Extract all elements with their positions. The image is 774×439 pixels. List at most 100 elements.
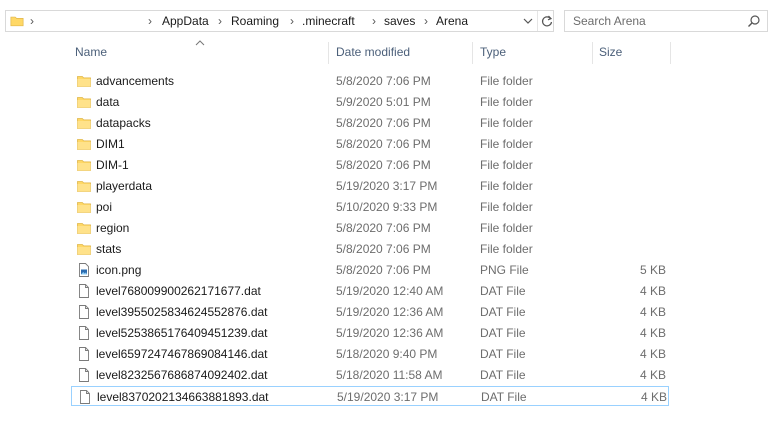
file-name: level5253865176409451239.dat — [96, 326, 268, 340]
folder-icon — [76, 178, 92, 194]
date-modified: 5/8/2020 7:06 PM — [336, 263, 431, 277]
date-modified: 5/19/2020 12:36 AM — [336, 305, 444, 319]
file-row[interactable]: DIM-1 5/8/2020 7:06 PM File folder — [71, 155, 669, 175]
column-header-date-modified[interactable]: Date modified — [336, 45, 410, 59]
file-icon — [76, 367, 92, 383]
file-row[interactable]: level8232567686874092402.dat 5/18/2020 11… — [71, 365, 669, 385]
date-modified: 5/18/2020 9:40 PM — [336, 347, 438, 361]
file-row[interactable]: level768009900262171677.dat 5/19/2020 12:… — [71, 281, 669, 301]
file-row[interactable]: icon.png 5/8/2020 7:06 PM PNG File 5 KB — [71, 260, 669, 280]
folder-icon — [76, 199, 92, 215]
column-header-name[interactable]: Name — [75, 45, 107, 59]
file-type: DAT File — [480, 305, 526, 319]
file-icon — [76, 304, 92, 320]
chevron-right-icon[interactable]: › — [148, 14, 152, 28]
folder-icon — [76, 94, 92, 110]
file-name: level768009900262171677.dat — [96, 284, 261, 298]
file-name: level3955025834624552876.dat — [96, 305, 268, 319]
chevron-right-icon[interactable]: › — [424, 14, 428, 28]
folder-icon — [76, 136, 92, 152]
chevron-down-icon[interactable] — [521, 14, 535, 28]
folder-icon — [76, 220, 92, 236]
file-size: 4 KB — [639, 284, 666, 298]
file-row[interactable]: level8370202134663881893.dat 5/19/2020 3:… — [71, 386, 669, 406]
file-size: 4 KB — [639, 347, 666, 361]
breadcrumb-arena[interactable]: Arena — [436, 14, 468, 28]
search-icon[interactable] — [747, 14, 761, 31]
file-type: File folder — [480, 179, 533, 193]
file-type: File folder — [480, 242, 533, 256]
file-row[interactable]: level5253865176409451239.dat 5/19/2020 12… — [71, 323, 669, 343]
date-modified: 5/19/2020 12:36 AM — [336, 326, 444, 340]
date-modified: 5/19/2020 3:17 PM — [337, 390, 439, 404]
file-icon — [76, 283, 92, 299]
date-modified: 5/8/2020 7:06 PM — [336, 116, 431, 130]
file-type: DAT File — [480, 284, 526, 298]
chevron-right-icon[interactable]: › — [218, 14, 222, 28]
file-name: datapacks — [96, 116, 151, 130]
date-modified: 5/19/2020 3:17 PM — [336, 179, 438, 193]
breadcrumb-minecraft[interactable]: .minecraft — [302, 14, 355, 28]
file-row[interactable]: playerdata 5/19/2020 3:17 PM File folder — [71, 176, 669, 196]
date-modified: 5/10/2020 9:33 PM — [336, 200, 438, 214]
breadcrumb-saves[interactable]: saves — [384, 14, 415, 28]
file-name: DIM-1 — [96, 158, 129, 172]
file-type: File folder — [480, 95, 533, 109]
file-type: File folder — [480, 200, 533, 214]
folder-icon — [10, 14, 24, 31]
breadcrumb-appdata[interactable]: AppData — [162, 14, 209, 28]
column-header-row: Name Date modified Type Size — [70, 42, 770, 64]
date-modified: 5/18/2020 11:58 AM — [336, 368, 443, 382]
file-type: PNG File — [480, 263, 529, 277]
search-box[interactable]: Search Arena — [564, 10, 768, 32]
date-modified: 5/8/2020 7:06 PM — [336, 137, 431, 151]
address-row: › › AppData › Roaming › .minecraft › sav… — [0, 0, 774, 44]
column-divider[interactable] — [328, 42, 329, 64]
file-name: data — [96, 95, 120, 109]
file-row[interactable]: level3955025834624552876.dat 5/19/2020 12… — [71, 302, 669, 322]
file-row[interactable]: data 5/9/2020 5:01 PM File folder — [71, 92, 669, 112]
date-modified: 5/19/2020 12:40 AM — [336, 284, 444, 298]
file-size: 5 KB — [639, 263, 666, 277]
folder-icon — [76, 241, 92, 257]
date-modified: 5/8/2020 7:06 PM — [336, 158, 431, 172]
column-header-size[interactable]: Size — [599, 45, 622, 59]
file-row[interactable]: advancements 5/8/2020 7:06 PM File folder — [71, 71, 669, 91]
file-icon — [77, 389, 93, 405]
file-row[interactable]: DIM1 5/8/2020 7:06 PM File folder — [71, 134, 669, 154]
file-icon — [76, 346, 92, 362]
file-row[interactable]: region 5/8/2020 7:06 PM File folder — [71, 218, 669, 238]
date-modified: 5/9/2020 5:01 PM — [336, 95, 431, 109]
file-name: level6597247467869084146.dat — [96, 347, 268, 361]
address-bar[interactable]: › › AppData › Roaming › .minecraft › sav… — [5, 10, 554, 32]
date-modified: 5/8/2020 7:06 PM — [336, 242, 431, 256]
refresh-icon[interactable] — [540, 13, 554, 29]
folder-icon — [76, 73, 92, 89]
file-name: level8232567686874092402.dat — [96, 368, 268, 382]
image-file-icon — [76, 262, 92, 278]
folder-icon — [76, 115, 92, 131]
file-name: DIM1 — [96, 137, 125, 151]
file-size: 4 KB — [640, 390, 667, 404]
breadcrumb-roaming[interactable]: Roaming — [231, 14, 279, 28]
file-name: stats — [96, 242, 122, 256]
chevron-right-icon[interactable]: › — [30, 14, 34, 28]
file-row[interactable]: poi 5/10/2020 9:33 PM File folder — [71, 197, 669, 217]
date-modified: 5/8/2020 7:06 PM — [336, 74, 431, 88]
column-divider[interactable] — [472, 42, 473, 64]
column-header-type[interactable]: Type — [480, 45, 506, 59]
file-row[interactable]: level6597247467869084146.dat 5/18/2020 9:… — [71, 344, 669, 364]
date-modified: 5/8/2020 7:06 PM — [336, 221, 431, 235]
file-type: File folder — [480, 221, 533, 235]
file-row[interactable]: datapacks 5/8/2020 7:06 PM File folder — [71, 113, 669, 133]
chevron-right-icon[interactable]: › — [372, 14, 376, 28]
search-input[interactable]: Search Arena — [573, 14, 646, 28]
file-name: poi — [96, 200, 113, 214]
file-row[interactable]: stats 5/8/2020 7:06 PM File folder — [71, 239, 669, 259]
file-type: File folder — [480, 158, 533, 172]
chevron-right-icon[interactable]: › — [290, 14, 294, 28]
file-icon — [76, 325, 92, 341]
column-divider[interactable] — [592, 42, 593, 64]
file-type: DAT File — [481, 390, 527, 404]
column-divider[interactable] — [670, 42, 671, 64]
